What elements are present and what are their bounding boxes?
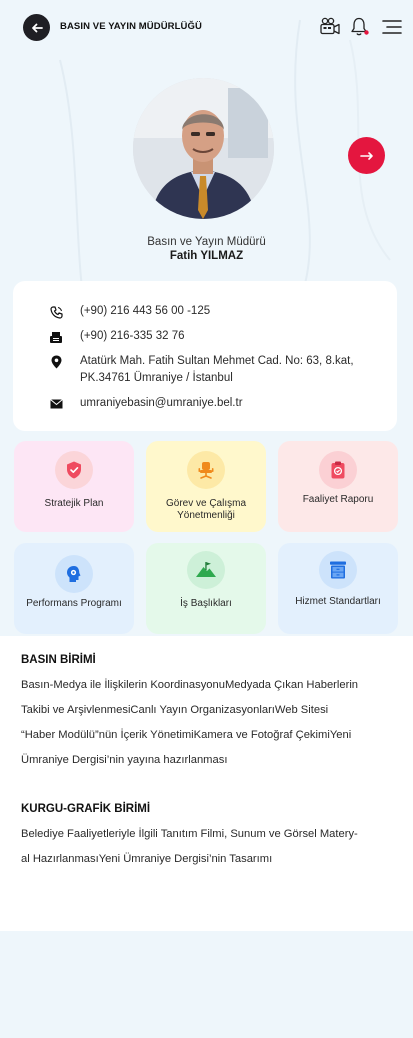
tile-is-basliklari[interactable]: İş Başlıkları [146,543,266,634]
profile-photo [133,78,274,219]
tile-hizmet-standartlari[interactable]: Hizmet Standartları [278,543,398,634]
profile-name: Fatih YILMAZ [169,250,244,262]
section-line: Takibi ve ArşivlenmesiCanlı Yayın Organi… [21,704,329,716]
back-arrow-icon [31,23,43,32]
tile-label: Faaliyet Raporu [302,494,374,505]
section-title-basin-birimi: BASIN BİRİMİ [21,654,96,666]
back-button[interactable] [23,14,50,41]
page-title: BASIN VE YAYIN MÜDÜRLÜĞÜ [60,21,202,32]
tile-label: İş Başlıkları [180,598,232,609]
section-body-basin-birimi: Basın-Medya ile İlişkilerin Koordinasyon… [21,673,396,773]
section-line: al HazırlanmasıYeni Ümraniye Dergisi’nin… [21,853,273,865]
tile-gorev-calisma-yonetmenligi[interactable]: Görev ve Çalışma Yönetmenliği [146,441,266,532]
tile-faaliyet-raporu[interactable]: Faaliyet Raporu [278,441,398,532]
tile-stratejik-plan[interactable]: Stratejik Plan [14,441,134,532]
bell-icon [351,17,369,36]
video-button[interactable] [319,16,341,38]
contact-card: (+90) 216 443 56 00 -125 (+90) 216-335 3… [13,281,397,431]
address-line-1: Atatürk Mah. Fatih Sultan Mehmet Cad. No… [80,355,354,367]
next-button[interactable] [348,137,385,174]
section-line: Belediye Faaliyetleriyle İlgili Tanıtım … [21,828,358,840]
phone-icon [49,305,63,319]
video-camera-icon [320,17,340,35]
cabinet-icon [319,551,357,589]
fax-number[interactable]: (+90) 216-335 32 76 [80,328,185,345]
gear-head-icon [55,555,93,593]
mountain-flag-icon [187,551,225,589]
top-bar: BASIN VE YAYIN MÜDÜRLÜĞÜ [0,0,413,56]
address-line-2: PK.34761 Ümraniye / İstanbul [80,372,233,384]
section-body-kurgu-grafik-birimi: Belediye Faaliyetleriyle İlgili Tanıtım … [21,822,396,872]
tile-label: Hizmet Standartları [295,596,381,607]
notifications-button[interactable] [349,16,371,38]
tile-performans-programi[interactable]: Performans Programı [14,543,134,634]
menu-icon [382,20,402,34]
tile-label: Görev ve Çalışma Yönetmenliği [165,498,247,521]
fax-icon [49,330,63,344]
section-line: “Haber Modülü”nün İçerik YönetimiKamera … [21,729,352,741]
office-chair-icon [187,451,225,489]
tile-label: Performans Programı [26,598,122,609]
section-title-kurgu-grafik-birimi: KURGU-GRAFİK BİRİMİ [21,803,151,815]
clipboard-icon [319,451,357,489]
section-line: Basın-Medya ile İlişkilerin Koordinasyon… [21,679,359,691]
tile-label: Stratejik Plan [44,498,104,509]
location-pin-icon [49,355,63,369]
page: BASIN VE YAYIN MÜDÜRLÜĞÜ Basın ve Yayın … [0,0,413,1038]
section-line: Ümraniye Dergisi’nin yayına hazırlanması [21,754,228,766]
mail-icon [49,397,63,411]
email-link[interactable]: umraniyebasin@umraniye.bel.tr [80,395,243,412]
phone-link[interactable]: (+90) 216 443 56 00 -125 [80,303,210,320]
shield-icon [55,451,93,489]
arrow-right-icon [359,151,373,160]
menu-button[interactable] [381,16,403,38]
person-portrait-icon [133,78,274,219]
profile-role: Basın ve Yayın Müdürü [147,236,266,248]
